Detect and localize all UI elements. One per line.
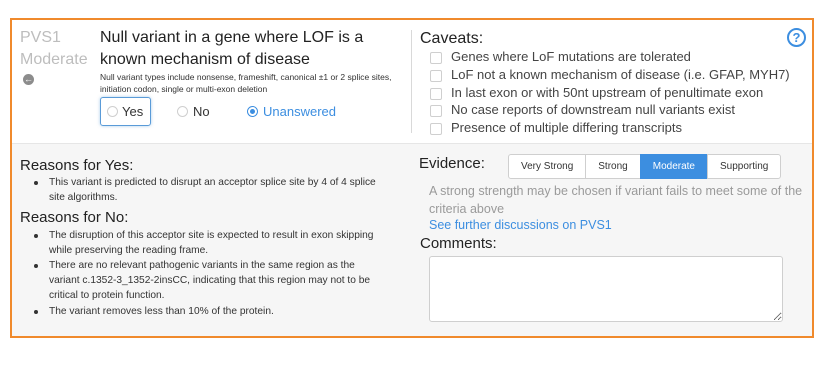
strength-supporting-button[interactable]: Supporting bbox=[706, 154, 782, 179]
caveat-checkbox[interactable] bbox=[430, 123, 442, 135]
caveat-label[interactable]: LoF not a known mechanism of disease (i.… bbox=[451, 67, 790, 83]
bullet bbox=[34, 310, 38, 314]
reason-no-item: The variant removes less than 10% of the… bbox=[49, 306, 274, 317]
evidence-note: A strong strength may be chosen if varia… bbox=[429, 184, 803, 216]
caveat-checkbox[interactable] bbox=[430, 70, 442, 82]
radio-no-label[interactable]: No bbox=[193, 104, 210, 119]
strength-moderate-button[interactable]: Moderate bbox=[639, 154, 708, 179]
radio-yes-label[interactable]: Yes bbox=[122, 104, 143, 119]
arrow-left-circle-icon[interactable]: ← bbox=[23, 74, 34, 85]
bullet bbox=[34, 234, 38, 238]
radio-unanswered-circle[interactable] bbox=[247, 106, 258, 117]
criterion-title: Null variant in a gene where LOF is a kn… bbox=[100, 29, 364, 68]
criterion-header: PVS1 Moderate ← Null variant in a gene w… bbox=[12, 20, 812, 143]
caveat-label[interactable]: Presence of multiple differing transcrip… bbox=[451, 120, 682, 136]
further-discussion-link[interactable]: See further discussions on PVS1 bbox=[429, 216, 612, 234]
reason-no-item: There are no relevant pathogenic variant… bbox=[49, 260, 371, 301]
bullet bbox=[34, 264, 38, 268]
radio-unanswered-label[interactable]: Unanswered bbox=[263, 104, 336, 119]
caveat-checkbox[interactable] bbox=[430, 88, 442, 100]
criterion-panel: PVS1 Moderate ← Null variant in a gene w… bbox=[10, 18, 814, 338]
caveats-title: Caveats: bbox=[420, 30, 484, 47]
caveat-checkbox[interactable] bbox=[430, 105, 442, 117]
reasons-yes-title: Reasons for Yes: bbox=[20, 157, 134, 174]
radio-yes-circle[interactable] bbox=[107, 106, 118, 117]
question-circle-icon[interactable]: ? bbox=[787, 28, 806, 47]
bullet bbox=[34, 181, 38, 185]
reason-yes-item: This variant is predicted to disrupt an … bbox=[49, 177, 376, 203]
reasons-no-title: Reasons for No: bbox=[20, 209, 129, 226]
caveat-label[interactable]: No case reports of downstream null varia… bbox=[451, 102, 735, 118]
strength-very-strong-button[interactable]: Very Strong bbox=[508, 154, 587, 179]
criterion-code: PVS1 bbox=[20, 29, 61, 46]
caveat-label[interactable]: In last exon or with 50nt upstream of pe… bbox=[451, 85, 763, 101]
reason-no-item: The disruption of this acceptor site is … bbox=[49, 230, 374, 256]
criterion-strength: Moderate bbox=[20, 51, 88, 68]
evidence-label: Evidence: bbox=[419, 155, 485, 172]
comments-textarea[interactable] bbox=[429, 256, 783, 322]
header-divider bbox=[411, 30, 412, 133]
caveat-checkbox[interactable] bbox=[430, 52, 442, 64]
evidence-strength-selector: Very Strong Strong Moderate Supporting bbox=[508, 154, 782, 179]
comments-label: Comments: bbox=[420, 235, 497, 252]
caveat-label[interactable]: Genes where LoF mutations are tolerated bbox=[451, 49, 691, 65]
strength-strong-button[interactable]: Strong bbox=[585, 154, 641, 179]
radio-option-yes[interactable]: Yes bbox=[100, 97, 151, 126]
criterion-description: Null variant types include nonsense, fra… bbox=[100, 72, 392, 94]
radio-no-circle[interactable] bbox=[177, 106, 188, 117]
